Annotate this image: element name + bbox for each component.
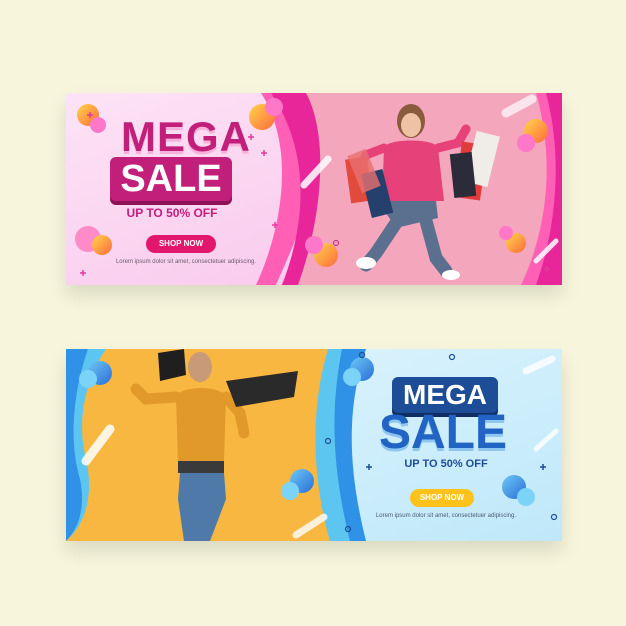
discount-text: UP TO 50% OFF xyxy=(126,206,218,220)
shop-now-button[interactable]: SHOP NOW xyxy=(146,235,216,253)
lorem-text: Lorem ipsum dolor sit amet, consectetuer… xyxy=(375,513,517,519)
lorem-text: Lorem ipsum dolor sit amet, consectetuer… xyxy=(115,259,257,265)
title-mega: MEGA xyxy=(121,113,251,160)
title-sale: SALE xyxy=(110,157,232,201)
banner-blue: MEGA SALE UP TO 50% OFF SHOP NOW Lorem i… xyxy=(66,349,562,541)
shop-now-button[interactable]: SHOP NOW xyxy=(410,489,474,507)
banner-pink: MEGA SALE UP TO 50% OFF SHOP NOW Lorem i… xyxy=(66,93,562,285)
title-sale: SALE xyxy=(378,406,507,459)
discount-text: UP TO 50% OFF xyxy=(404,458,488,470)
